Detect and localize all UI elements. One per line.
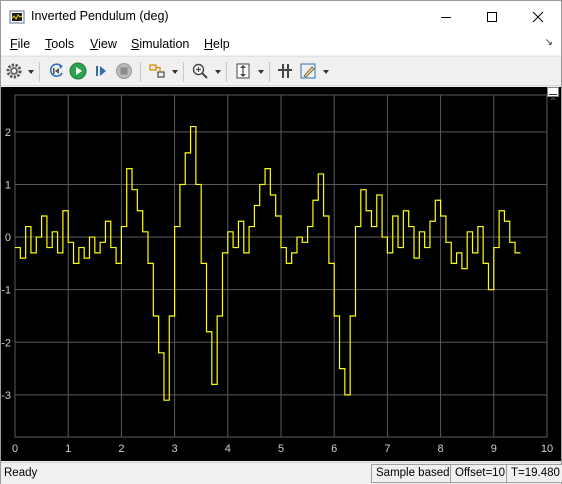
y-tick-label: 0: [5, 232, 11, 244]
y-tick-label: -2: [1, 337, 11, 349]
minimize-icon: [441, 17, 451, 18]
toolbar-separator: [140, 62, 141, 82]
x-tick-label: 6: [331, 443, 337, 455]
edit-style-button[interactable]: [298, 61, 318, 81]
offset-indicator: Offset=10: [450, 464, 510, 483]
x-tick-label: 10: [541, 443, 553, 455]
time-indicator: T=19.480: [506, 464, 562, 483]
y-tick-label: -1: [1, 285, 11, 297]
toolbar-separator: [269, 62, 270, 82]
x-tick-label: 0: [12, 443, 18, 455]
toolbar: [1, 56, 561, 86]
stop-button[interactable]: [114, 61, 134, 81]
collapse-toolbar-icon[interactable]: ↘: [545, 37, 553, 48]
x-tick-label: 9: [491, 443, 497, 455]
x-tick-label: 8: [438, 443, 444, 455]
toolbar-separator: [183, 62, 184, 82]
status-bar: Ready Sample based Offset=10 T=19.480: [1, 462, 562, 484]
zoom-in-button[interactable]: [190, 61, 210, 81]
zoom-dropdown-icon[interactable]: [214, 68, 222, 76]
x-tick-label: 5: [278, 443, 284, 455]
sample-mode-indicator: Sample based: [371, 464, 455, 483]
scope-window: Inverted Pendulum (deg) File Tools View …: [0, 0, 562, 484]
settings-button[interactable]: [4, 61, 24, 81]
minimize-button[interactable]: [423, 1, 469, 33]
x-tick-label: 2: [118, 443, 124, 455]
stop-icon: [116, 63, 132, 79]
edit-style-icon: [300, 63, 316, 79]
toolbar-separator: [226, 62, 227, 82]
settings-dropdown-icon[interactable]: [27, 68, 35, 76]
title-bar[interactable]: Inverted Pendulum (deg): [1, 1, 561, 33]
highlight-block-button[interactable]: [147, 61, 167, 81]
close-icon: [532, 11, 544, 23]
menu-file[interactable]: File: [10, 37, 30, 51]
undock-icon: [549, 94, 557, 100]
scope-plot[interactable]: 0 1 2 3 4 5 6 7 8 9 10 -3 -2 -1 0 1 2: [1, 87, 561, 461]
menu-help[interactable]: Help: [204, 37, 230, 51]
step-forward-button[interactable]: [91, 61, 111, 81]
highlight-block-icon: [149, 64, 165, 78]
menu-tools[interactable]: Tools: [45, 37, 74, 51]
run-icon: [69, 62, 87, 80]
menu-simulation[interactable]: Simulation: [131, 37, 189, 51]
maximize-button[interactable]: [469, 1, 515, 33]
close-button[interactable]: [515, 1, 561, 33]
autoscale-icon: [236, 63, 250, 79]
step-back-button[interactable]: [47, 61, 67, 81]
cursor-measurements-button[interactable]: [275, 61, 295, 81]
y-tick-label: 2: [5, 127, 11, 139]
x-tick-label: 4: [225, 443, 231, 455]
autoscale-dropdown-icon[interactable]: [257, 68, 265, 76]
maximize-icon: [487, 12, 497, 22]
style-dropdown-icon[interactable]: [322, 68, 330, 76]
window-title: Inverted Pendulum (deg): [31, 9, 169, 23]
undock-axes-button[interactable]: [547, 87, 559, 100]
scope-display[interactable]: 0 1 2 3 4 5 6 7 8 9 10 -3 -2 -1 0 1 2: [1, 87, 561, 461]
status-text: Ready: [4, 467, 38, 479]
settings-icon: [6, 63, 22, 79]
zoom-in-icon: [192, 63, 208, 79]
step-forward-icon: [96, 66, 106, 76]
x-tick-label: 1: [65, 443, 71, 455]
highlight-dropdown-icon[interactable]: [171, 68, 179, 76]
menu-view[interactable]: View: [90, 37, 117, 51]
toolbar-separator: [39, 62, 40, 82]
cursor-measurements-icon: [278, 64, 292, 78]
x-tick-label: 7: [384, 443, 390, 455]
x-tick-label: 3: [172, 443, 178, 455]
matlab-scope-icon: [9, 9, 25, 25]
y-tick-label: 1: [5, 179, 11, 191]
autoscale-button[interactable]: [233, 61, 253, 81]
step-back-icon: [49, 63, 63, 77]
y-tick-label: -3: [1, 390, 11, 402]
run-button[interactable]: [68, 61, 88, 81]
menu-bar: File Tools View Simulation Help ↘: [1, 33, 561, 55]
